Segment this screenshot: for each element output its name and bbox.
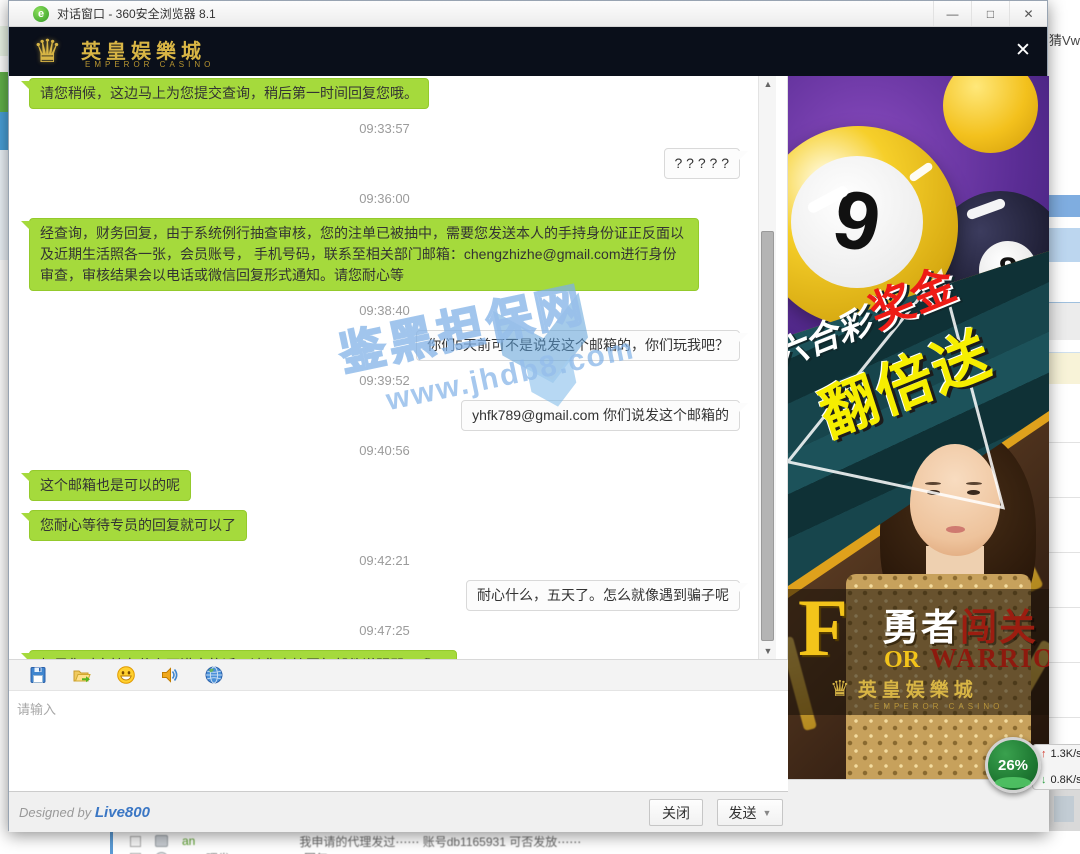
chat-message-row: ? ? ? ? ? — [29, 148, 740, 179]
message-composer — [9, 691, 788, 791]
chat-message-row: 你们5天前可不是说发这个邮箱的，你们玩我吧？ — [29, 330, 740, 361]
close-chat-icon[interactable]: ✕ — [1011, 39, 1035, 63]
maximize-button[interactable]: □ — [971, 1, 1009, 26]
chat-message-row: 09:36:00 — [29, 188, 740, 209]
chat-message: 经查询，财务回复，由于系统例行抽查审核，您的注单已被抽中，需要您发送本人的手持身… — [29, 218, 699, 291]
banner-brand-en: EMPEROR CASINO — [874, 702, 1003, 711]
background-partial-text: 猜Vwi — [1049, 30, 1080, 49]
chat-message-row: 09:33:57 — [29, 118, 740, 139]
chat-message-row: 经查询，财务回复，由于系统例行抽查审核，您的注单已被抽中，需要您发送本人的手持身… — [29, 218, 740, 291]
emoticon-icon[interactable] — [115, 664, 137, 686]
scrollbar-thumb[interactable] — [761, 231, 774, 641]
casino-brand-header: ♛ 英皇娱樂城 EMPEROR CASINO ✕ — [9, 27, 1047, 76]
open-file-icon[interactable] — [71, 664, 93, 686]
progress-percent: 26% — [998, 757, 1028, 774]
designed-by-label: Designed by Live800 — [19, 804, 150, 821]
chat-message-row: 请您稍候，这边马上为您提交查询，稍后第一时间回复您哦。 — [29, 78, 740, 109]
chat-message-row: 这个邮箱也是可以的呢 — [29, 470, 740, 501]
background-row-text: 回复⋯⋯ — [304, 850, 352, 854]
chat-message-row: 耐心什么，五天了。怎么就像遇到骗子呢 — [29, 580, 740, 611]
chat-scrollbar[interactable]: ▲ ▼ — [758, 76, 776, 659]
chat-message: 09:47:25 — [359, 620, 410, 641]
chat-message-row: 09:42:21 — [29, 550, 740, 571]
save-icon[interactable] — [27, 664, 49, 686]
screen: 猜Vwi an 我申请的代理发过⋯⋯ 账号db1165931 可否发放⋯⋯ ⋯⋯… — [0, 0, 1080, 854]
download-arrow-icon: ↓ — [1041, 774, 1047, 786]
dialog-footer: Designed by Live800 关闭 发送 ▼ — [9, 791, 788, 832]
chat-toolbar — [9, 659, 788, 691]
speaker-icon[interactable] — [159, 664, 181, 686]
chat-message-list: 请您稍候，这边马上为您提交查询，稍后第一时间回复您哦。 09:33:57 ? ?… — [9, 76, 758, 659]
browser-360-icon: e — [33, 6, 49, 22]
warrior-cn-red: 闯关 — [960, 607, 1038, 648]
chat-message-row: 您耐心等待专员的回复就可以了 — [29, 510, 740, 541]
chat-message: 09:42:21 — [359, 550, 410, 571]
close-button[interactable]: 关闭 — [649, 799, 703, 826]
promo-banner[interactable]: 8 9 六合彩奖金 — [788, 76, 1049, 779]
background-row-label: ⋯⋯理发⋯⋯ — [182, 850, 254, 854]
live800-brand: Live800 — [95, 804, 150, 821]
chat-message-row: 09:39:52 — [29, 370, 740, 391]
background-page-right-sliver: 猜Vwi — [1048, 0, 1080, 854]
chat-message: yhfk789@gmail.com 你们说发这个邮箱的 — [461, 400, 740, 431]
chat-message: 您耐心等待专员的回复就可以了 — [29, 510, 247, 541]
chat-message-row: 09:38:40 — [29, 300, 740, 321]
background-row-text: 我申请的代理发过⋯⋯ 账号db1165931 可否发放⋯⋯ — [299, 833, 581, 850]
progress-badge[interactable]: 26% — [985, 737, 1041, 793]
chat-message-row: yhfk789@gmail.com 你们说发这个邮箱的 — [29, 400, 740, 431]
chat-message-row: 09:40:56 — [29, 440, 740, 461]
background-checkbox — [130, 836, 141, 847]
background-mail-icon — [155, 835, 168, 847]
globe-icon[interactable] — [203, 664, 225, 686]
chat-message: 耐心什么，五天了。怎么就像遇到骗子呢 — [466, 580, 740, 611]
crown-logo-icon: ♛ — [33, 32, 62, 70]
warrior-en: WARRIOR — [930, 643, 1049, 673]
chat-message: ? ? ? ? ? — [664, 148, 741, 179]
background-row-label: an — [182, 834, 195, 848]
crown-logo-icon: ♛ — [830, 676, 850, 702]
window-titlebar: e 对话窗口 - 360安全浏览器 8.1 — □ ✕ — [9, 1, 1047, 27]
close-window-button[interactable]: ✕ — [1009, 1, 1047, 26]
panel-divider — [776, 76, 788, 659]
chat-message: 09:36:00 — [359, 188, 410, 209]
scroll-down-arrow[interactable]: ▼ — [759, 643, 777, 659]
warrior-overlay-band: F 勇者闯关 ORWARRIOR ♛ 英皇娱樂城 EMPEROR CASINO — [788, 589, 1049, 715]
background-page-bottom-sliver: an 我申请的代理发过⋯⋯ 账号db1165931 可否发放⋯⋯ ⋯⋯理发⋯⋯ … — [0, 831, 1080, 854]
brand-name-en: EMPEROR CASINO — [85, 60, 214, 69]
chat-message: 请您稍候，这边马上为您提交查询，稍后第一时间回复您哦。 — [29, 78, 429, 109]
chat-message: 你们5天前可不是说发这个邮箱的，你们玩我吧？ — [416, 330, 740, 361]
upload-arrow-icon: ↑ — [1041, 748, 1047, 760]
message-input[interactable] — [9, 691, 788, 791]
chat-message: 09:33:57 — [359, 118, 410, 139]
chat-dialog-window: e 对话窗口 - 360安全浏览器 8.1 — □ ✕ ♛ 英皇娱樂城 EMPE… — [8, 0, 1048, 831]
send-options-caret-icon[interactable]: ▼ — [763, 808, 772, 818]
banner-brand-cn: 英皇娱樂城 — [858, 675, 978, 702]
warrior-or: OR — [884, 647, 920, 673]
minimize-button[interactable]: — — [933, 1, 971, 26]
download-speed: 0.8K/s — [1051, 774, 1080, 786]
send-button[interactable]: 发送 ▼ — [717, 799, 783, 826]
chat-message: 09:39:52 — [359, 370, 410, 391]
background-page-left-sliver — [0, 0, 8, 854]
chat-message-row: 如果您对审核有什么不满意的话，请您直接回复邮件说明即可哦， — [29, 650, 740, 659]
chat-message: 09:38:40 — [359, 300, 410, 321]
chat-message-row: 09:47:25 — [29, 620, 740, 641]
scroll-up-arrow[interactable]: ▲ — [759, 76, 777, 92]
warrior-cn-white: 勇者 — [882, 607, 960, 648]
warrior-f-letter: F — [798, 581, 848, 675]
window-title: 对话窗口 - 360安全浏览器 8.1 — [57, 5, 216, 22]
upload-speed: 1.3K/s — [1051, 748, 1080, 760]
chat-message: 这个邮箱也是可以的呢 — [29, 470, 191, 501]
chat-message: 如果您对审核有什么不满意的话，请您直接回复邮件说明即可哦， — [29, 650, 457, 659]
chat-message: 09:40:56 — [359, 440, 410, 461]
